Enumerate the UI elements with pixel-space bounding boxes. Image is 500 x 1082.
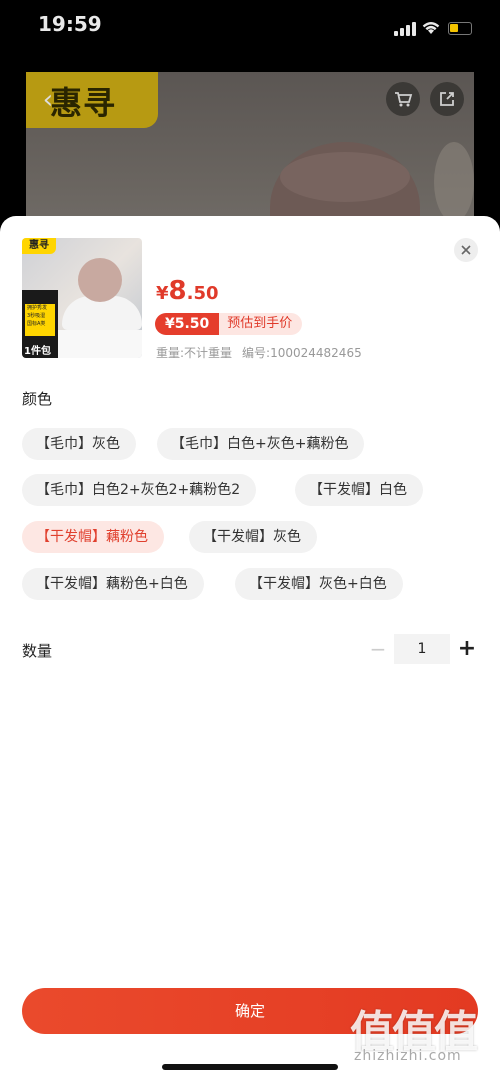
quantity-label: 数量 [22, 642, 53, 660]
price-symbol: ¥ [156, 283, 169, 304]
cart-button[interactable] [386, 82, 420, 116]
thumb-side-title: 拥护秀发 [27, 305, 48, 311]
status-time: 19:59 [38, 12, 102, 36]
thumb-side-box: 拥护秀发 3秒吸湿 国标A类 [25, 304, 55, 336]
status-bar: 19:59 [0, 0, 500, 58]
color-option[interactable]: 【干发帽】灰色+白色 [235, 568, 403, 600]
product-meta: 重量:不计重量 编号:100024482465 [156, 344, 372, 361]
color-option[interactable]: 【干发帽】藕粉色+白色 [22, 568, 204, 600]
watermark: 值值值 zhizhizhi.com [350, 996, 490, 1076]
watermark-url: zhizhizhi.com [354, 1048, 462, 1064]
price-decimal: .50 [186, 283, 219, 304]
color-option[interactable]: 【毛巾】白色+灰色+藕粉色 [157, 428, 365, 460]
thumb-badge: 1件包邮 [24, 346, 51, 357]
share-icon [440, 92, 454, 106]
share-button[interactable] [430, 82, 464, 116]
color-option[interactable]: 【干发帽】灰色 [189, 521, 317, 553]
price-integer: 8 [168, 276, 187, 306]
quantity-increase-button[interactable]: + [456, 636, 478, 662]
thumb-bed [58, 330, 142, 358]
estimated-price-tag: ¥5.50 预估到手价 [155, 313, 303, 335]
home-indicator[interactable] [162, 1064, 338, 1070]
wifi-icon [422, 22, 440, 34]
thumb-side-line: 国标A类 [27, 321, 46, 327]
product-sku: 编号:100024482465 [242, 346, 362, 360]
color-option[interactable]: 【干发帽】白色 [295, 474, 423, 506]
signal-icon [394, 22, 416, 36]
estimated-price: ¥5.50 [155, 313, 220, 335]
thumb-side-panel: 拥护秀发 3秒吸湿 国标A类 1件包邮 [22, 290, 58, 358]
close-button[interactable] [454, 238, 478, 262]
product-weight: 重量:不计重量 [156, 346, 233, 360]
back-icon[interactable]: ‹ [34, 86, 62, 114]
product-thumbnail[interactable]: 惠寻 拥护秀发 3秒吸湿 国标A类 1件包邮 [22, 238, 142, 358]
quantity-input[interactable]: 1 [394, 634, 450, 664]
battery-icon [448, 22, 472, 35]
lamp-decoration [434, 142, 474, 222]
sku-selection-sheet: 惠寻 拥护秀发 3秒吸湿 国标A类 1件包邮 ¥8.50 ¥5.50预估到手价 … [0, 216, 500, 1082]
color-option-selected[interactable]: 【干发帽】藕粉色 [22, 521, 164, 553]
close-icon [461, 245, 471, 255]
thumb-brand: 惠寻 [22, 238, 56, 254]
thumb-person [78, 258, 122, 302]
estimated-price-label: 预估到手价 [219, 313, 303, 335]
cart-icon [395, 92, 413, 107]
color-option[interactable]: 【毛巾】灰色 [22, 428, 136, 460]
quantity-decrease-button[interactable]: − [366, 636, 390, 662]
thumb-side-line: 3秒吸湿 [27, 313, 46, 319]
price: ¥8.50 [156, 276, 219, 306]
color-option[interactable]: 【毛巾】白色2+灰色2+藕粉色2 [22, 474, 257, 506]
color-section-title: 颜色 [22, 390, 53, 408]
